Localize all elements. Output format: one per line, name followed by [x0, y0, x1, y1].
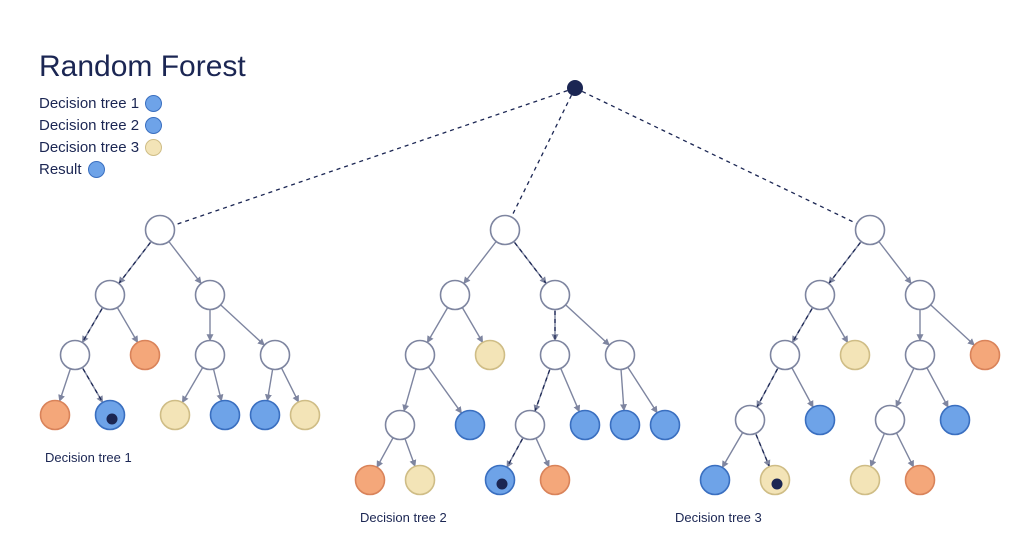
- tree3-n7: [736, 406, 765, 435]
- tree1-n5: [196, 341, 225, 370]
- tree1-label: Decision tree 1: [45, 450, 132, 465]
- tree2-n8: [456, 411, 485, 440]
- tree3-label: Decision tree 3: [675, 510, 762, 525]
- tree3-n2: [906, 281, 935, 310]
- tree1-n1: [96, 281, 125, 310]
- edge: [169, 241, 201, 283]
- edge: [117, 308, 137, 343]
- edge: [871, 433, 885, 466]
- tree1-n7: [41, 401, 70, 430]
- edge: [281, 368, 298, 402]
- tree3-n3: [771, 341, 800, 370]
- input-edge-1: [511, 95, 571, 217]
- edge: [404, 369, 416, 411]
- edge: [267, 369, 272, 400]
- edge: [621, 369, 624, 410]
- edge: [427, 308, 447, 343]
- tree3-n14: [906, 466, 935, 495]
- edge: [462, 308, 482, 343]
- tree3-n5: [906, 341, 935, 370]
- tree2-n2: [541, 281, 570, 310]
- tree2-n16: [541, 466, 570, 495]
- tree3-n0: [856, 216, 885, 245]
- tree2-n9: [516, 411, 545, 440]
- tree3-n11: [701, 466, 730, 495]
- tree1-n9: [161, 401, 190, 430]
- edge: [757, 368, 778, 407]
- tree3-n8: [806, 406, 835, 435]
- tree1-n2: [196, 281, 225, 310]
- edge: [827, 308, 847, 343]
- edge: [879, 241, 911, 283]
- tree2-n4: [476, 341, 505, 370]
- diagram-stage: Random Forest Decision tree 1Decision tr…: [0, 0, 1024, 545]
- tree-3: [701, 216, 1000, 495]
- edge: [536, 438, 549, 467]
- result-dot: [772, 479, 783, 490]
- edge: [377, 438, 393, 468]
- result-dot: [107, 414, 118, 425]
- tree-2: [356, 216, 680, 495]
- tree3-n6: [971, 341, 1000, 370]
- edge: [182, 368, 202, 403]
- tree3-n9: [876, 406, 905, 435]
- tree1-n4: [131, 341, 160, 370]
- edge: [896, 433, 913, 467]
- edge: [931, 305, 975, 345]
- tree3-n4: [841, 341, 870, 370]
- edge: [927, 368, 948, 407]
- tree1-n10: [211, 401, 240, 430]
- tree3-n1: [806, 281, 835, 310]
- tree2-n10: [571, 411, 600, 440]
- edge: [464, 241, 496, 283]
- tree2-label: Decision tree 2: [360, 510, 447, 525]
- tree2-n5: [541, 341, 570, 370]
- tree2-n3: [406, 341, 435, 370]
- tree1-n12: [291, 401, 320, 430]
- edge: [722, 433, 742, 468]
- tree1-n11: [251, 401, 280, 430]
- forest-svg: [0, 0, 1024, 545]
- tree2-n11: [611, 411, 640, 440]
- tree2-n13: [356, 466, 385, 495]
- edge: [214, 369, 222, 401]
- edge: [405, 439, 415, 467]
- tree2-n6: [606, 341, 635, 370]
- tree2-n14: [406, 466, 435, 495]
- result-dot: [497, 479, 508, 490]
- edge: [221, 305, 265, 345]
- tree2-n0: [491, 216, 520, 245]
- edge: [60, 369, 71, 401]
- tree2-n1: [441, 281, 470, 310]
- input-edge-2: [582, 91, 857, 223]
- edge: [561, 368, 580, 411]
- tree1-n3: [61, 341, 90, 370]
- edge: [896, 368, 914, 407]
- tree-1: [41, 216, 320, 430]
- tree2-n7: [386, 411, 415, 440]
- edge: [428, 367, 461, 413]
- edge: [535, 369, 550, 412]
- tree1-n6: [261, 341, 290, 370]
- tree1-n0: [146, 216, 175, 245]
- edge: [566, 305, 610, 345]
- input-edge-0: [174, 91, 568, 226]
- tree2-n12: [651, 411, 680, 440]
- input-node: [567, 80, 583, 96]
- tree3-n13: [851, 466, 880, 495]
- edge: [628, 367, 657, 413]
- tree3-n10: [941, 406, 970, 435]
- edge: [792, 368, 813, 407]
